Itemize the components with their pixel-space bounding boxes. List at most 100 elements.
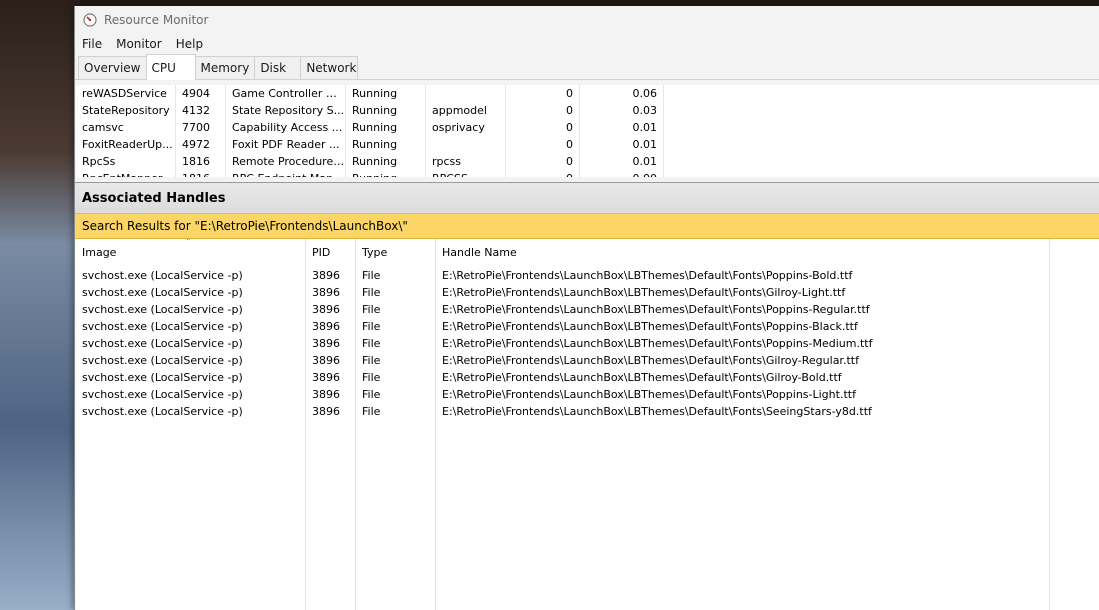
handles-header-row: ˄ Image PID Type Handle Name [76,239,1099,267]
service-description: RPC Endpoint Map... [226,170,346,177]
handle-image: svchost.exe (LocalService -p) [82,320,243,333]
handle-row[interactable]: svchost.exe (LocalService -p) 3896 File E:\… [76,403,1099,420]
service-pid: 4904 [176,85,226,102]
associated-handles-title: Associated Handles [82,190,226,206]
service-status: Running [346,136,426,153]
handle-name: E:\RetroPie\Frontends\LaunchBox\LBThemes… [442,286,846,299]
service-group: appmodel [426,102,506,119]
column-header-type[interactable]: Type [356,239,436,267]
service-pid: 1816 [176,170,226,177]
service-avg-cpu: 0.03 [580,102,664,119]
service-cpu: 0 [506,102,580,119]
menu-bar: File Monitor Help [75,34,1099,54]
handle-name: E:\RetroPie\Frontends\LaunchBox\LBThemes… [442,405,872,418]
handle-pid: 3896 [312,337,340,350]
menu-help[interactable]: Help [169,37,210,51]
handle-pid: 3896 [312,354,340,367]
service-pid: 4132 [176,102,226,119]
service-name: camsvc [76,119,176,136]
column-header-image[interactable]: Image [76,239,306,267]
resource-monitor-window: Resource Monitor File Monitor Help Overv… [74,6,1099,610]
handle-name: E:\RetroPie\Frontends\LaunchBox\LBThemes… [442,371,842,384]
column-header-handle-name[interactable]: Handle Name [436,239,1050,267]
handle-name: E:\RetroPie\Frontends\LaunchBox\LBThemes… [442,320,858,333]
tab-network[interactable]: Network [300,56,359,79]
search-results-label: Search Results for "E:\RetroPie\Frontend… [82,219,408,233]
service-cpu: 0 [506,153,580,170]
service-row[interactable]: RpcSs 1816 Remote Procedure ... Running rpcs… [76,153,1099,170]
service-name: reWASDService [76,85,176,102]
handle-type: File [362,286,381,299]
service-avg-cpu: 0.06 [580,85,664,102]
service-row[interactable]: camsvc 7700 Capability Access ... Running os… [76,119,1099,136]
service-row[interactable]: FoxitReaderUp... 4972 Foxit PDF Reader ...… [76,136,1099,153]
service-cpu: 0 [506,85,580,102]
service-cpu: 0 [506,119,580,136]
handle-pid: 3896 [312,286,340,299]
associated-handles-header[interactable]: Associated Handles [75,182,1099,214]
window-title: Resource Monitor [104,13,209,27]
service-description: Foxit PDF Reader ... [226,136,346,153]
handle-image: svchost.exe (LocalService -p) [82,286,243,299]
handle-type: File [362,405,381,418]
handle-image: svchost.exe (LocalService -p) [82,269,243,282]
handle-name: E:\RetroPie\Frontends\LaunchBox\LBThemes… [442,354,859,367]
menu-monitor[interactable]: Monitor [109,37,169,51]
handle-name: E:\RetroPie\Frontends\LaunchBox\LBThemes… [442,388,856,401]
handle-row[interactable]: svchost.exe (LocalService -p) 3896 File E:\… [76,267,1099,284]
service-pid: 7700 [176,119,226,136]
service-avg-cpu: 0.00 [580,170,664,177]
service-group: osprivacy [426,119,506,136]
service-status: Running [346,170,426,177]
handle-image: svchost.exe (LocalService -p) [82,405,243,418]
handle-name: E:\RetroPie\Frontends\LaunchBox\LBThemes… [442,303,870,316]
handle-pid: 3896 [312,371,340,384]
handle-row[interactable]: svchost.exe (LocalService -p) 3896 File E:\… [76,301,1099,318]
service-row[interactable]: reWASDService 4904 Game Controller M... Run… [76,85,1099,102]
handle-pid: 3896 [312,388,340,401]
handle-image: svchost.exe (LocalService -p) [82,388,243,401]
title-bar[interactable]: Resource Monitor [75,6,1099,34]
handle-row[interactable]: svchost.exe (LocalService -p) 3896 File E:\… [76,369,1099,386]
handle-type: File [362,337,381,350]
handle-pid: 3896 [312,269,340,282]
service-group: RPCSS [426,170,506,177]
resource-monitor-icon [83,13,97,27]
handle-type: File [362,303,381,316]
tab-memory[interactable]: Memory [194,56,256,79]
handle-type: File [362,320,381,333]
tab-overview[interactable]: Overview [78,56,147,79]
handle-row[interactable]: svchost.exe (LocalService -p) 3896 File E:\… [76,335,1099,352]
handle-row[interactable]: svchost.exe (LocalService -p) 3896 File E:\… [76,284,1099,301]
service-name: StateRepository [76,102,176,119]
handle-pid: 3896 [312,405,340,418]
service-row[interactable]: StateRepository 4132 State Repository S...… [76,102,1099,119]
service-pid: 4972 [176,136,226,153]
search-results-bar: Search Results for "E:\RetroPie\Frontend… [75,214,1099,239]
handle-row[interactable]: svchost.exe (LocalService -p) 3896 File E:\… [76,352,1099,369]
handles-table: ˄ Image PID Type Handle Name svchost.exe… [76,239,1099,610]
handle-row[interactable]: svchost.exe (LocalService -p) 3896 File E:\… [76,386,1099,403]
handle-image: svchost.exe (LocalService -p) [82,337,243,350]
tab-disk[interactable]: Disk [254,56,302,79]
service-name: RpcSs [76,153,176,170]
menu-file[interactable]: File [75,37,109,51]
tab-strip: Overview CPU Memory Disk Network [75,54,1099,80]
sort-ascending-icon: ˄ [186,239,191,248]
column-header-pid[interactable]: PID [306,239,356,267]
service-avg-cpu: 0.01 [580,119,664,136]
service-description: Remote Procedure ... [226,153,346,170]
handle-image: svchost.exe (LocalService -p) [82,371,243,384]
service-status: Running [346,119,426,136]
service-status: Running [346,102,426,119]
handle-row[interactable]: svchost.exe (LocalService -p) 3896 File E:\… [76,318,1099,335]
service-name: RpcEptMapper [76,170,176,177]
handle-pid: 3896 [312,303,340,316]
handle-image: svchost.exe (LocalService -p) [82,303,243,316]
service-pid: 1816 [176,153,226,170]
service-row[interactable]: RpcEptMapper1816RPC Endpoint Map...Runni… [76,170,1099,177]
service-group [426,85,506,102]
tab-cpu[interactable]: CPU [145,54,196,80]
service-description: Game Controller M... [226,85,346,102]
handle-image: svchost.exe (LocalService -p) [82,354,243,367]
